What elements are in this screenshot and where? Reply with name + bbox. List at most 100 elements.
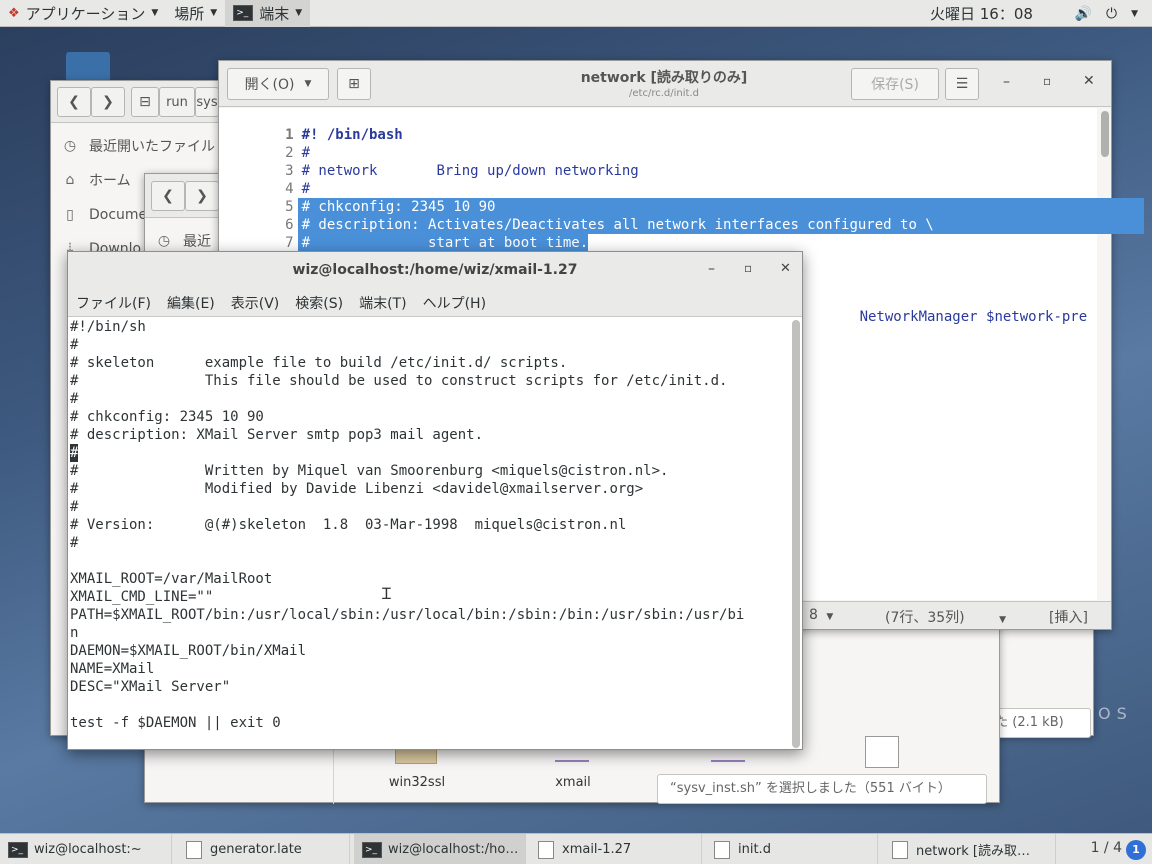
terminal-output[interactable]: #!/bin/sh # # skeleton example file to b… <box>68 318 790 748</box>
editor-line-selected: 7 # start at boot time. <box>219 216 1097 252</box>
insert-mode-label: [挿入] <box>1049 610 1088 626</box>
desktop-folder-icon[interactable] <box>66 52 110 82</box>
menu-view[interactable]: 表示(V) <box>231 293 280 313</box>
editor-line: 8# <box>219 234 1097 270</box>
sidebar-item-documents[interactable]: ▯ Docume <box>61 203 147 227</box>
workspace-label: 1 / 4 <box>1090 840 1122 856</box>
sidebar-item-recent[interactable]: ◷ 最近開いたファイル <box>61 134 215 158</box>
terminal-line: NAME=XMail <box>70 661 155 677</box>
close-button[interactable]: ✕ <box>780 261 791 276</box>
minimize-button[interactable]: – <box>708 261 715 277</box>
terminal-window: wiz@localhost:/home/wiz/xmail-1.27 – ▫ ✕… <box>67 251 803 750</box>
editor-line: 4 # <box>219 162 1097 198</box>
menu-file[interactable]: ファイル(F) <box>76 293 151 313</box>
sidebar-item-label: 最近 <box>183 234 211 250</box>
notification-indicator[interactable]: 1 <box>1126 840 1146 860</box>
task-terminal-xmail[interactable]: >_ wiz@localhost:/ho… <box>354 834 526 864</box>
editor-line-selected: 5 # chkconfig: 2345 10 90 <box>219 180 1144 216</box>
task-label: generator.late <box>210 842 302 857</box>
volume-icon: 🔊 <box>1074 5 1092 22</box>
applications-menu[interactable]: ❖ アプリケーション ▼ <box>0 0 166 27</box>
clock-label: 火曜日 16：08 <box>930 5 1033 23</box>
tab-width-selector[interactable]: 8 ▼ <box>809 607 833 623</box>
sidebar-item-recent[interactable]: ◷ 最近 <box>155 229 211 253</box>
document-title: network [読み取りのみ] <box>580 70 748 86</box>
terminal-line: #!/bin/sh <box>70 319 146 335</box>
sidebar-item-label: Docume <box>89 207 148 223</box>
terminal-line: XMAIL_CMD_LINE="" <box>70 589 214 605</box>
task-files-xmail[interactable]: xmail-1.27 <box>530 834 702 864</box>
places-label: 場所 <box>174 4 205 23</box>
close-button[interactable]: ✕ <box>1083 73 1095 89</box>
terminal-line: # <box>70 337 79 353</box>
new-document-icon: ⊞ <box>348 76 360 92</box>
terminal-line: # <box>70 535 79 551</box>
insert-mode-indicator[interactable]: [挿入] <box>1049 607 1088 627</box>
terminal-scrollbar-thumb[interactable] <box>792 320 800 748</box>
tab-width-label: 8 <box>809 607 818 623</box>
path-sys-button[interactable]: sys <box>195 87 219 117</box>
open-button[interactable]: 開く(O) ▼ <box>227 68 329 100</box>
task-gedit-network[interactable]: network [読み取… <box>884 834 1056 864</box>
maximize-button[interactable]: ▫ <box>744 261 752 275</box>
menu-terminal[interactable]: 端末(T) <box>359 293 406 313</box>
sidebar-item-home[interactable]: ⌂ ホーム <box>61 168 131 192</box>
editor-scrollbar[interactable] <box>1101 111 1109 157</box>
system-menu[interactable]: 🔊 ⏻ ▼ <box>1075 0 1138 27</box>
editor-line: 3 # network Bring up/down networking <box>219 144 1097 180</box>
places-menu[interactable]: 場所 ▼ <box>166 0 225 27</box>
clock-icon: ◷ <box>63 138 77 154</box>
path-root-button[interactable]: ⊟ <box>131 87 159 117</box>
terminal-menubar: ファイル(F) 編集(E) 表示(V) 検索(S) 端末(T) ヘルプ(H) <box>68 289 802 317</box>
clock[interactable]: 火曜日 16：08 <box>930 0 1033 27</box>
forward-button[interactable]: ❯ <box>185 181 219 211</box>
window-list: >_ wiz@localhost:~ generator.late >_ wiz… <box>0 833 1152 864</box>
gnome-foot-icon: ❖ <box>8 5 20 21</box>
terminal-line: # Written by Miquel van Smoorenburg <miq… <box>70 463 669 479</box>
minimize-button[interactable]: – <box>1003 74 1010 90</box>
workspace-indicator[interactable]: 1 / 4 <box>1091 840 1122 856</box>
file-item-label: win32ssl <box>388 775 446 790</box>
menu-button[interactable]: ☰ <box>945 68 979 100</box>
text-cursor-icon: Ɪ <box>382 584 391 603</box>
task-files-initd[interactable]: init.d <box>706 834 878 864</box>
home-icon: ⌂ <box>65 172 75 188</box>
terminal-app-menu[interactable]: >_ 端末 ▼ <box>225 0 311 27</box>
menu-help[interactable]: ヘルプ(H) <box>423 293 486 313</box>
files-icon <box>714 840 730 859</box>
power-icon: ⏻ <box>1106 5 1118 22</box>
terminal-line: # description: XMail Server smtp pop3 ma… <box>70 427 484 443</box>
task-terminal-home[interactable]: >_ wiz@localhost:~ <box>0 834 172 864</box>
task-generator[interactable]: generator.late <box>178 834 350 864</box>
chevron-down-icon: ▼ <box>826 612 834 622</box>
forward-button[interactable]: ❯ <box>91 87 125 117</box>
document-icon: ▯ <box>66 207 74 223</box>
path-sys-label: sys <box>196 94 218 110</box>
menu-edit[interactable]: 編集(E) <box>167 293 215 313</box>
terminal-icon: >_ <box>362 841 382 858</box>
file-item-win32ssl[interactable]: win32ssl <box>377 775 457 790</box>
save-button[interactable]: 保存(S) <box>851 68 939 100</box>
chevron-down-icon: ▼ <box>999 615 1007 625</box>
menu-search[interactable]: 検索(S) <box>295 293 343 313</box>
maximize-button[interactable]: ▫ <box>1043 74 1051 88</box>
back-button[interactable]: ❮ <box>151 181 185 211</box>
chevron-down-icon: ▼ <box>151 8 159 18</box>
file-item-xmail[interactable]: xmail <box>533 775 613 790</box>
new-tab-button[interactable]: ⊞ <box>337 68 371 100</box>
editor-line-selected: 6 # description: Activates/Deactivates al… <box>219 198 1144 234</box>
path-run-button[interactable]: run <box>159 87 195 117</box>
terminal-icon: >_ <box>8 841 28 858</box>
terminal-line: n <box>70 625 79 641</box>
file-item-label: xmail <box>555 775 591 790</box>
desktop-watermark: OS <box>1098 704 1133 723</box>
chevron-down-icon: ▼ <box>295 8 303 18</box>
back-button[interactable]: ❮ <box>57 87 91 117</box>
terminal-title: wiz@localhost:/home/wiz/xmail-1.27 <box>68 252 802 289</box>
cursor-position-selector[interactable]: (7行、35列) ▼ <box>885 607 1006 627</box>
terminal-app-label: 端末 <box>259 4 290 23</box>
line-text: NetworkManager $network-pre <box>859 309 1088 325</box>
terminal-scrollbar[interactable] <box>792 320 800 748</box>
applications-label: アプリケーション <box>25 4 146 23</box>
terminal-line: # Version: @(#)skeleton 1.8 03-Mar-1998 … <box>70 517 627 533</box>
